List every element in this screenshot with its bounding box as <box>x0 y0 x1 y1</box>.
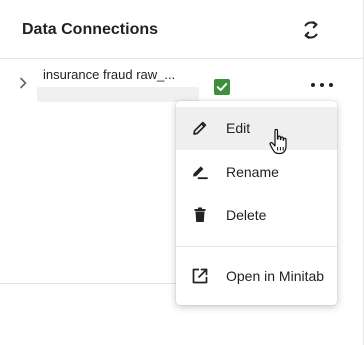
menu-item-label: Open in Minitab <box>226 268 325 284</box>
panel-header: Data Connections <box>0 0 363 59</box>
redacted-details <box>37 87 199 102</box>
chevron-right-icon[interactable] <box>16 76 30 90</box>
context-menu: Edit Rename Delete Open in Minitab <box>176 101 337 305</box>
pencil-icon <box>191 119 209 137</box>
menu-item-label: Delete <box>226 207 267 223</box>
refresh-icon[interactable] <box>300 19 322 41</box>
menu-item-open-in-minitab[interactable]: Open in Minitab <box>176 255 337 298</box>
panel-title: Data Connections <box>22 21 159 38</box>
divider <box>0 283 176 284</box>
check-icon <box>214 79 230 95</box>
rename-pencil-icon <box>191 163 209 181</box>
menu-item-label: Rename <box>226 164 279 180</box>
menu-item-rename[interactable]: Rename <box>176 151 337 194</box>
more-horizontal-icon[interactable] <box>308 75 336 95</box>
menu-item-label: Edit <box>226 120 251 136</box>
menu-item-delete[interactable]: Delete <box>176 194 337 237</box>
menu-divider <box>176 246 337 247</box>
trash-icon <box>191 206 209 224</box>
connection-name[interactable]: insurance fraud raw_... <box>43 67 175 82</box>
open-external-icon <box>191 267 209 285</box>
menu-item-edit[interactable]: Edit <box>176 107 337 150</box>
